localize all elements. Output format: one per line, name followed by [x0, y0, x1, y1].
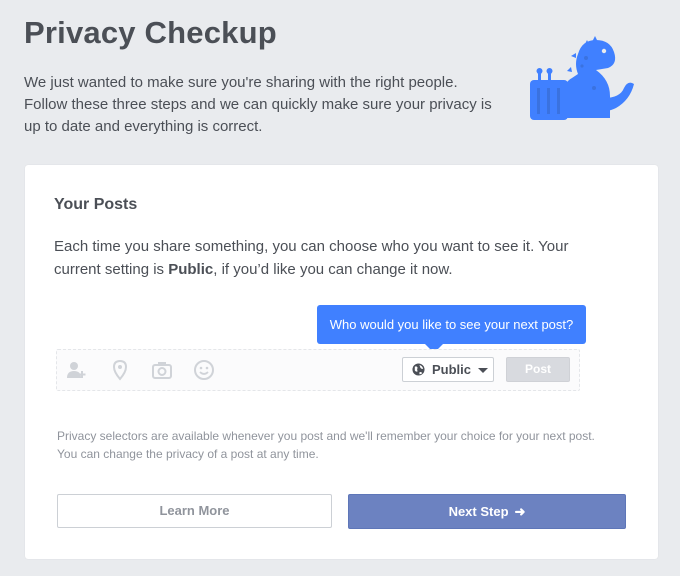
intro-text: We just wanted to make sure you're shari… [24, 74, 492, 135]
section-description: Each time you share something, you can c… [54, 235, 614, 281]
desc-text-after: , if you’d like you can change it now. [213, 261, 453, 278]
learn-more-button[interactable]: Learn More [57, 494, 332, 528]
dinosaur-mascot-icon [530, 36, 634, 120]
next-step-button[interactable]: Next Step ➜ [348, 494, 626, 529]
privacy-note: Privacy selectors are available whenever… [57, 429, 595, 461]
audience-tooltip: Who would you like to see your next post… [317, 305, 586, 344]
tag-friends-icon[interactable] [65, 359, 87, 381]
globe-icon [412, 363, 425, 376]
privacy-card: Your Posts Each time you share something… [25, 165, 658, 559]
section-title: Your Posts [54, 196, 138, 213]
audience-selector[interactable]: Public [402, 357, 494, 382]
audience-label: Public [432, 362, 472, 377]
current-setting: Public [168, 261, 214, 278]
post-button[interactable]: Post [506, 357, 570, 382]
camera-icon[interactable] [151, 359, 173, 381]
arrow-right-icon: ➜ [514, 504, 526, 519]
page-title: Privacy Checkup [24, 15, 277, 50]
post-composer: Public Post [56, 349, 580, 391]
smiley-icon[interactable] [193, 359, 215, 381]
next-step-label: Next Step [448, 504, 509, 519]
chevron-down-icon [478, 368, 488, 373]
location-pin-icon[interactable] [109, 359, 131, 381]
